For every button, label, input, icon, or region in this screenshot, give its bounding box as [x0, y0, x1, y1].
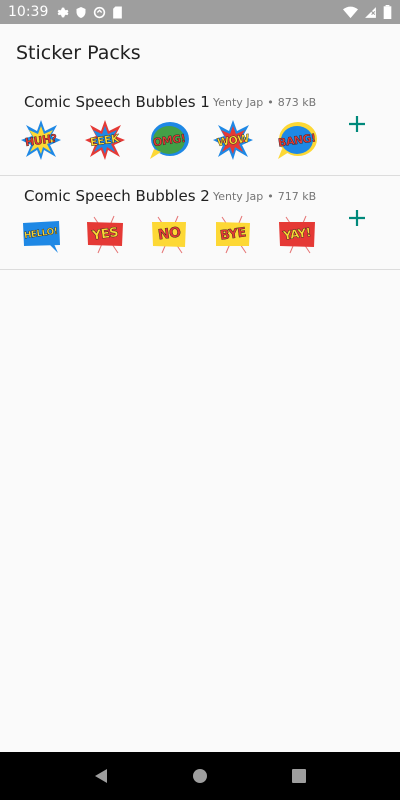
plus-icon	[349, 210, 365, 226]
home-icon	[192, 769, 207, 783]
sticker-preview: YAY!	[276, 213, 318, 255]
pack-meta: Yenty Jap • 717 kB	[213, 190, 316, 203]
status-bar: 10:39	[0, 0, 400, 24]
sticker-previews: HELLO! YES NO BYE YAY!	[20, 213, 318, 255]
sticker-preview: HELLO!	[20, 213, 62, 255]
sticker-pack-row[interactable]: Comic Speech Bubbles 1 Yenty Jap • 873 kB …	[0, 82, 400, 176]
navigation-bar	[0, 752, 400, 800]
page-title: Sticker Packs	[16, 42, 141, 64]
sticker-pack-row[interactable]: Comic Speech Bubbles 2 Yenty Jap • 717 kB …	[0, 176, 400, 270]
sticker-preview: EEEK	[84, 119, 126, 161]
meta-separator: •	[267, 96, 274, 109]
battery-icon	[383, 5, 392, 19]
pack-title: Comic Speech Bubbles 1	[24, 93, 210, 111]
sticker-label: YES	[90, 224, 119, 244]
recents-button[interactable]	[287, 764, 311, 788]
sticker-preview: YES	[84, 213, 126, 255]
sticker-preview: BANG!	[276, 119, 318, 161]
sd-card-icon	[112, 6, 123, 19]
app-header: Sticker Packs	[0, 24, 400, 82]
wifi-icon	[343, 6, 358, 19]
pack-size: 717 kB	[277, 190, 317, 203]
back-button[interactable]	[89, 764, 113, 788]
meta-separator: •	[267, 190, 274, 203]
sticker-previews: HUH? EEEK OMG! WOW BANG!	[20, 119, 318, 161]
sticker-preview: NO	[148, 213, 190, 255]
plus-icon	[349, 116, 365, 132]
pack-meta: Yenty Jap • 873 kB	[213, 96, 316, 109]
pack-publisher: Yenty Jap	[213, 96, 264, 109]
signal-icon	[364, 6, 377, 19]
status-time: 10:39	[8, 4, 49, 20]
settings-icon	[56, 6, 69, 19]
sticker-preview: OMG!	[148, 119, 190, 161]
add-pack-button[interactable]	[346, 207, 368, 229]
back-icon	[95, 769, 108, 783]
add-pack-button[interactable]	[346, 113, 368, 135]
sticker-label: BYE	[219, 224, 247, 244]
sticker-preview: BYE	[212, 213, 254, 255]
data-saver-icon	[93, 6, 106, 19]
sticker-label: NO	[156, 224, 182, 244]
pack-size: 873 kB	[277, 96, 317, 109]
shield-icon	[75, 6, 87, 19]
home-button[interactable]	[188, 764, 212, 788]
recents-icon	[291, 769, 306, 783]
sticker-preview: HUH?	[20, 119, 62, 161]
sticker-preview: WOW	[212, 119, 254, 161]
pack-publisher: Yenty Jap	[213, 190, 264, 203]
pack-title: Comic Speech Bubbles 2	[24, 187, 210, 205]
